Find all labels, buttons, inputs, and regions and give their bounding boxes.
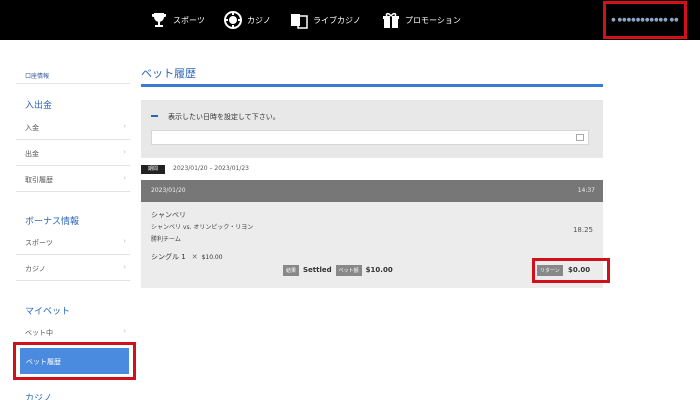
sidebar-item-bet-history[interactable]: ベット履歴 [20,348,129,374]
collapse-icon[interactable] [151,115,158,117]
bet-type-row: シングル 1 ✕ $10.00 [151,252,223,262]
sidebar-account-link[interactable]: 口座情報 [25,71,49,80]
filter-label: 表示したい日時を設定して下さい。 [168,113,280,121]
date-filter-panel: 表示したい日時を設定して下さい。 [141,100,603,158]
top-nav-bar: スポーツ カジノ ライブカジノ プロモーション ● ●●●●●●●●●●● ●● [0,0,700,40]
period-range-text: 2023/01/20 – 2023/01/23 [173,165,249,172]
sidebar-heading-bonus: ボーナス情報 [25,217,80,227]
bet-odds: 18.25 [572,226,593,234]
sidebar-item-deposit[interactable]: 入金 › [16,115,130,140]
gift-icon [383,12,399,28]
bet-date: 2023/01/20 [151,187,186,194]
sidebar-item-bonus-casino[interactable]: カジノ › [16,256,130,281]
date-range-input[interactable] [151,130,589,145]
sidebar-item-withdraw[interactable]: 出金 › [16,141,130,166]
nav-casino-label: カジノ [247,15,271,25]
page-title: ベット履歴 [141,67,196,80]
stake-tag: ベット額 [335,264,362,276]
sidebar-heading-mybets: マイベット [25,307,71,317]
bet-status: Settled [303,266,332,274]
nav-live-casino-label: ライブカジノ [313,15,361,25]
user-account-highlight[interactable]: ● ●●●●●●●●●●● ●● [603,1,687,39]
return-tag: リターン [537,265,563,276]
sidebar-item-bet-history-highlight: ベット履歴 [13,342,136,380]
bet-match: シャンベリ vs. オリンピック・リヨン [151,224,254,231]
trophy-icon [152,13,166,27]
bet-status-row: 結果 Settled ベット額 $10.00 [283,264,399,276]
sidebar-item-transactions[interactable]: 取引履歴 › [16,167,130,192]
title-divider [141,84,603,87]
nav-casino[interactable]: カジノ [224,8,271,32]
cards-icon [291,14,308,29]
sidebar-heading-deposit: 入出金 [25,101,53,111]
period-badge: 期間 [141,165,165,174]
bet-return: $0.00 [568,266,591,274]
nav-promotions[interactable]: プロモーション [382,8,461,32]
multiply-icon: ✕ [191,253,198,261]
bet-selection: シャンベリ [151,211,186,219]
bet-type: シングル 1 [151,253,186,261]
bet-market: 勝利チーム [151,236,181,243]
bet-card-header: 2023/01/20 14:37 [141,180,603,202]
bet-stake: $10.00 [365,266,393,274]
nav-live-casino[interactable]: ライブカジノ [290,8,361,32]
sidebar-heading-casino: カジノ [25,394,52,400]
user-name: ● ●●●●●●●●●●● ●● [611,17,679,23]
bet-time: 14:37 [577,187,595,194]
sidebar-item-bonus-sports[interactable]: スポーツ › [16,230,130,255]
nav-promotions-label: プロモーション [405,15,461,25]
bet-amount: $10.00 [201,254,223,261]
calendar-icon[interactable] [576,134,584,141]
poker-chip-icon [224,11,242,29]
nav-sports-label: スポーツ [173,15,205,25]
nav-sports[interactable]: スポーツ [150,8,205,32]
status-tag: 結果 [283,264,300,276]
